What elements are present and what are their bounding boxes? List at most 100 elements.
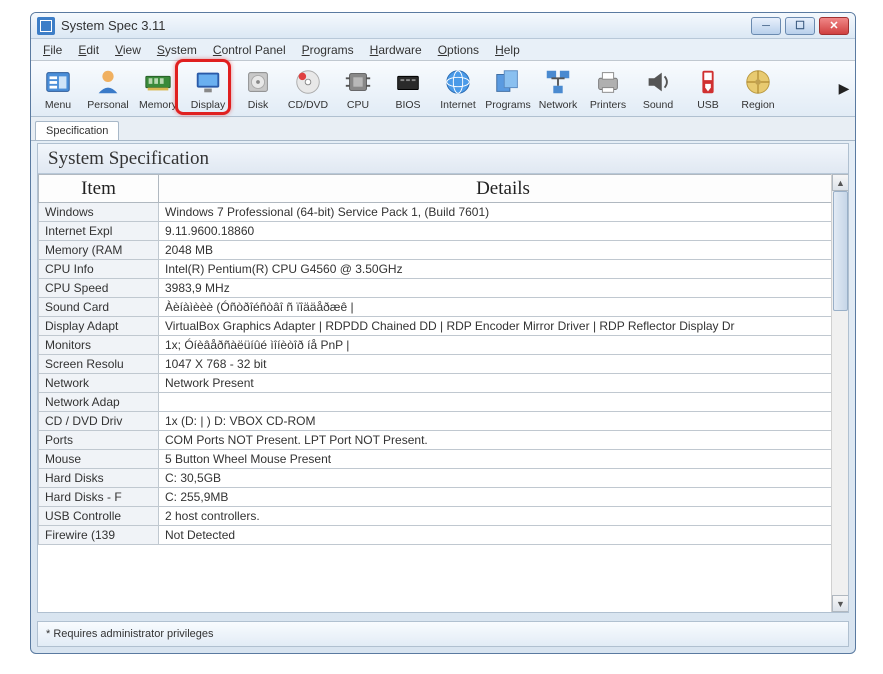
- col-item[interactable]: Item: [39, 175, 159, 203]
- table-wrap: Item Details WindowsWindows 7 Profession…: [38, 174, 848, 612]
- toolbar-menu-button[interactable]: Menu: [35, 64, 81, 114]
- usb-icon: [692, 66, 724, 98]
- close-button[interactable]: ✕: [819, 17, 849, 35]
- scroll-up-button[interactable]: ▲: [832, 174, 849, 191]
- details-cell: 5 Button Wheel Mouse Present: [159, 450, 848, 469]
- scrollbar[interactable]: ▲ ▼: [831, 174, 848, 612]
- menu-file[interactable]: File: [35, 41, 70, 59]
- toolbar-label: Programs: [485, 99, 531, 111]
- toolbar-programs-button[interactable]: Programs: [485, 64, 531, 114]
- table-row: NetworkNetwork Present: [39, 374, 848, 393]
- item-cell: Firewire (139: [39, 526, 159, 545]
- menu-programs[interactable]: Programs: [294, 41, 362, 59]
- table-row: Memory (RAM2048 MB: [39, 241, 848, 260]
- toolbar-label: Printers: [590, 99, 626, 111]
- details-cell: 3983,9 MHz: [159, 279, 848, 298]
- minimize-button[interactable]: ─: [751, 17, 781, 35]
- toolbar-label: Memory: [139, 99, 177, 111]
- table-row: Hard Disks - FC: 255,9MB: [39, 488, 848, 507]
- cpu-icon: [342, 66, 374, 98]
- item-cell: Monitors: [39, 336, 159, 355]
- details-cell: Intel(R) Pentium(R) CPU G4560 @ 3.50GHz: [159, 260, 848, 279]
- toolbar-label: Region: [741, 99, 774, 111]
- toolbar-label: CD/DVD: [288, 99, 328, 111]
- item-cell: Network Adap: [39, 393, 159, 412]
- toolbar-region-button[interactable]: Region: [735, 64, 781, 114]
- menu-options[interactable]: Options: [430, 41, 487, 59]
- bios-icon: [392, 66, 424, 98]
- window-title: System Spec 3.11: [61, 18, 751, 33]
- item-cell: Windows: [39, 203, 159, 222]
- sound-icon: [642, 66, 674, 98]
- toolbar-label: Network: [539, 99, 578, 111]
- toolbar-cpu-button[interactable]: CPU: [335, 64, 381, 114]
- item-cell: Mouse: [39, 450, 159, 469]
- col-details[interactable]: Details: [159, 175, 848, 203]
- table-row: Mouse5 Button Wheel Mouse Present: [39, 450, 848, 469]
- internet-icon: [442, 66, 474, 98]
- table-row: Monitors1x; Óíèâåðñàëüíûé ìîíèòîð íå PnP…: [39, 336, 848, 355]
- app-window: System Spec 3.11 ─ ☐ ✕ File Edit View Sy…: [30, 12, 856, 654]
- item-cell: Hard Disks: [39, 469, 159, 488]
- section-title: System Specification: [38, 144, 848, 174]
- toolbar-internet-button[interactable]: Internet: [435, 64, 481, 114]
- toolbar-network-button[interactable]: Network: [535, 64, 581, 114]
- menu-edit[interactable]: Edit: [70, 41, 107, 59]
- scroll-thumb[interactable]: [833, 191, 848, 311]
- titlebar: System Spec 3.11 ─ ☐ ✕: [31, 13, 855, 39]
- toolbar-label: Personal: [87, 99, 128, 111]
- table-row: CPU Speed3983,9 MHz: [39, 279, 848, 298]
- toolbar-sound-button[interactable]: Sound: [635, 64, 681, 114]
- toolbar-bios-button[interactable]: BIOS: [385, 64, 431, 114]
- item-cell: CD / DVD Driv: [39, 412, 159, 431]
- programs-icon: [492, 66, 524, 98]
- region-icon: [742, 66, 774, 98]
- table-row: Display AdaptVirtualBox Graphics Adapter…: [39, 317, 848, 336]
- toolbar-cddvd-button[interactable]: CD/DVD: [285, 64, 331, 114]
- toolbar-display-button[interactable]: Display: [185, 64, 231, 114]
- toolbar-overflow-button[interactable]: ▶: [837, 80, 851, 97]
- toolbar-disk-button[interactable]: Disk: [235, 64, 281, 114]
- details-cell: 1047 X 768 - 32 bit: [159, 355, 848, 374]
- details-cell: Àèíàìèèè (Óñòðîéñòâî ñ ïîääåðæê |: [159, 298, 848, 317]
- toolbar-label: Menu: [45, 99, 71, 111]
- toolbar-label: Display: [191, 99, 225, 111]
- toolbar-personal-button[interactable]: Personal: [85, 64, 131, 114]
- item-cell: Ports: [39, 431, 159, 450]
- tab-specification[interactable]: Specification: [35, 121, 119, 140]
- menu-hardware[interactable]: Hardware: [362, 41, 430, 59]
- table-row: WindowsWindows 7 Professional (64-bit) S…: [39, 203, 848, 222]
- table-row: Screen Resolu1047 X 768 - 32 bit: [39, 355, 848, 374]
- toolbar-usb-button[interactable]: USB: [685, 64, 731, 114]
- menu-view[interactable]: View: [107, 41, 149, 59]
- item-cell: Hard Disks - F: [39, 488, 159, 507]
- maximize-button[interactable]: ☐: [785, 17, 815, 35]
- item-cell: Network: [39, 374, 159, 393]
- scroll-down-button[interactable]: ▼: [832, 595, 849, 612]
- menu-help[interactable]: Help: [487, 41, 528, 59]
- table-row: Hard DisksC: 30,5GB: [39, 469, 848, 488]
- toolbar-memory-button[interactable]: Memory: [135, 64, 181, 114]
- details-cell: VirtualBox Graphics Adapter | RDPDD Chai…: [159, 317, 848, 336]
- toolbar-label: USB: [697, 99, 719, 111]
- toolbar-label: BIOS: [395, 99, 420, 111]
- statusbar: * Requires administrator privileges: [37, 621, 849, 647]
- menu-system[interactable]: System: [149, 41, 205, 59]
- details-cell: Network Present: [159, 374, 848, 393]
- details-cell: C: 255,9MB: [159, 488, 848, 507]
- details-cell: 2048 MB: [159, 241, 848, 260]
- details-cell: Not Detected: [159, 526, 848, 545]
- table-row: USB Controlle2 host controllers.: [39, 507, 848, 526]
- details-cell: 1x (D: | ) D: VBOX CD-ROM: [159, 412, 848, 431]
- details-cell: C: 30,5GB: [159, 469, 848, 488]
- table-row: Network Adap: [39, 393, 848, 412]
- display-icon: [192, 66, 224, 98]
- menu-control-panel[interactable]: Control Panel: [205, 41, 294, 59]
- toolbar-printers-button[interactable]: Printers: [585, 64, 631, 114]
- content-panel: System Specification Item Details Window…: [37, 143, 849, 613]
- table-row: Internet Expl9.11.9600.18860: [39, 222, 848, 241]
- cddvd-icon: [292, 66, 324, 98]
- item-cell: Display Adapt: [39, 317, 159, 336]
- printers-icon: [592, 66, 624, 98]
- memory-icon: [142, 66, 174, 98]
